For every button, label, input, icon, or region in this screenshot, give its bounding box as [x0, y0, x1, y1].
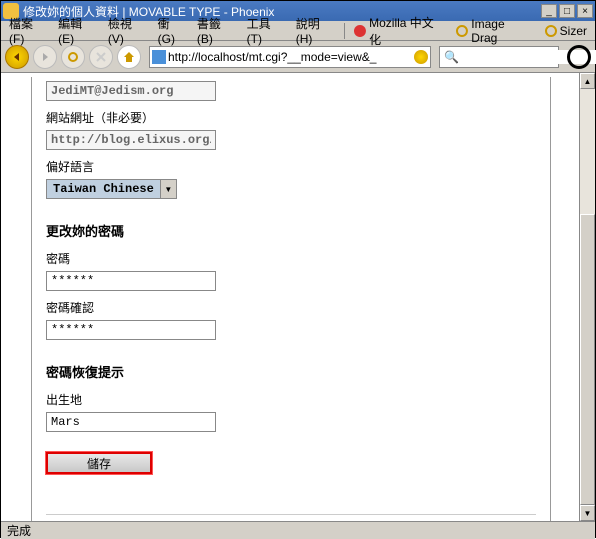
status-text: 完成: [7, 522, 31, 539]
birthplace-label: 出生地: [46, 391, 536, 408]
go-button[interactable]: [414, 50, 428, 64]
imagedrag-icon: [455, 24, 469, 38]
url-box[interactable]: [149, 46, 431, 68]
maximize-button[interactable]: □: [559, 4, 575, 18]
footer: Version 2.63 Copyright © 2001-2003 Six A…: [46, 514, 536, 521]
search-box[interactable]: 🔍: [439, 46, 559, 68]
menu-view[interactable]: 檢視(V): [104, 13, 152, 48]
scroll-up-button[interactable]: ▲: [580, 73, 595, 89]
menu-go[interactable]: 衝(G): [154, 13, 191, 48]
ext-mozilla[interactable]: Mozilla 中文化: [349, 14, 449, 48]
minimize-button[interactable]: _: [541, 4, 557, 18]
site-icon: [152, 50, 166, 64]
mozilla-icon: [353, 24, 367, 38]
forward-icon: [40, 52, 50, 62]
lang-value: Taiwan Chinese: [47, 180, 160, 198]
confirm-label: 密碼確認: [46, 299, 536, 316]
scroll-thumb[interactable]: [580, 214, 595, 505]
recovery-section: 密碼恢復提示: [46, 362, 536, 381]
menu-separator: [344, 23, 345, 39]
home-icon: [123, 51, 135, 63]
stop-icon: [96, 52, 106, 62]
search-icon: 🔍: [444, 50, 459, 64]
website-field[interactable]: [46, 130, 216, 150]
stop-button[interactable]: [89, 45, 113, 69]
home-button[interactable]: [117, 45, 141, 69]
menu-help[interactable]: 說明(H): [292, 13, 340, 48]
back-icon: [12, 52, 22, 62]
password-field[interactable]: [46, 271, 216, 291]
reload-button[interactable]: [61, 45, 85, 69]
sizer-icon: [544, 24, 558, 38]
password-label: 密碼: [46, 250, 536, 267]
close-button[interactable]: ×: [577, 4, 593, 18]
lang-label: 偏好語言: [46, 158, 536, 175]
scroll-down-button[interactable]: ▼: [580, 505, 595, 521]
birthplace-field[interactable]: [46, 412, 216, 432]
website-label: 網站網址（非必要）: [46, 109, 536, 126]
password-section: 更改妳的密碼: [46, 221, 536, 240]
ext-sizer[interactable]: Sizer: [540, 24, 591, 38]
url-input[interactable]: [168, 50, 414, 64]
back-button[interactable]: [5, 45, 29, 69]
reload-icon: [67, 51, 79, 63]
ext-mozilla-label: Mozilla 中文化: [369, 14, 445, 48]
menu-edit[interactable]: 編輯(E): [54, 13, 102, 48]
content-area: 網站網址（非必要） 偏好語言 Taiwan Chinese ▼ 更改妳的密碼 密…: [1, 73, 595, 521]
throbber-icon: [567, 45, 591, 69]
scrollbar-vertical[interactable]: ▲ ▼: [579, 73, 595, 521]
menu-file[interactable]: 檔案(F): [5, 13, 52, 48]
confirm-field[interactable]: [46, 320, 216, 340]
save-label: 儲存: [87, 455, 111, 472]
save-button[interactable]: 儲存: [46, 452, 152, 474]
menu-tools[interactable]: 工具(T): [243, 13, 290, 48]
form-panel: 網站網址（非必要） 偏好語言 Taiwan Chinese ▼ 更改妳的密碼 密…: [31, 77, 551, 521]
menu-bookmarks[interactable]: 書籤(B): [193, 13, 241, 48]
menubar: 檔案(F) 編輯(E) 檢視(V) 衝(G) 書籤(B) 工具(T) 說明(H)…: [1, 21, 595, 41]
email-field[interactable]: [46, 81, 216, 101]
lang-select[interactable]: Taiwan Chinese ▼: [46, 179, 177, 199]
statusbar: 完成: [1, 521, 595, 539]
chevron-down-icon[interactable]: ▼: [160, 180, 176, 198]
ext-imagedrag-label: Image Drag: [471, 17, 533, 45]
ext-imagedrag[interactable]: Image Drag: [451, 17, 537, 45]
ext-sizer-label: Sizer: [560, 24, 587, 38]
forward-button[interactable]: [33, 45, 57, 69]
scroll-track[interactable]: [580, 89, 595, 505]
